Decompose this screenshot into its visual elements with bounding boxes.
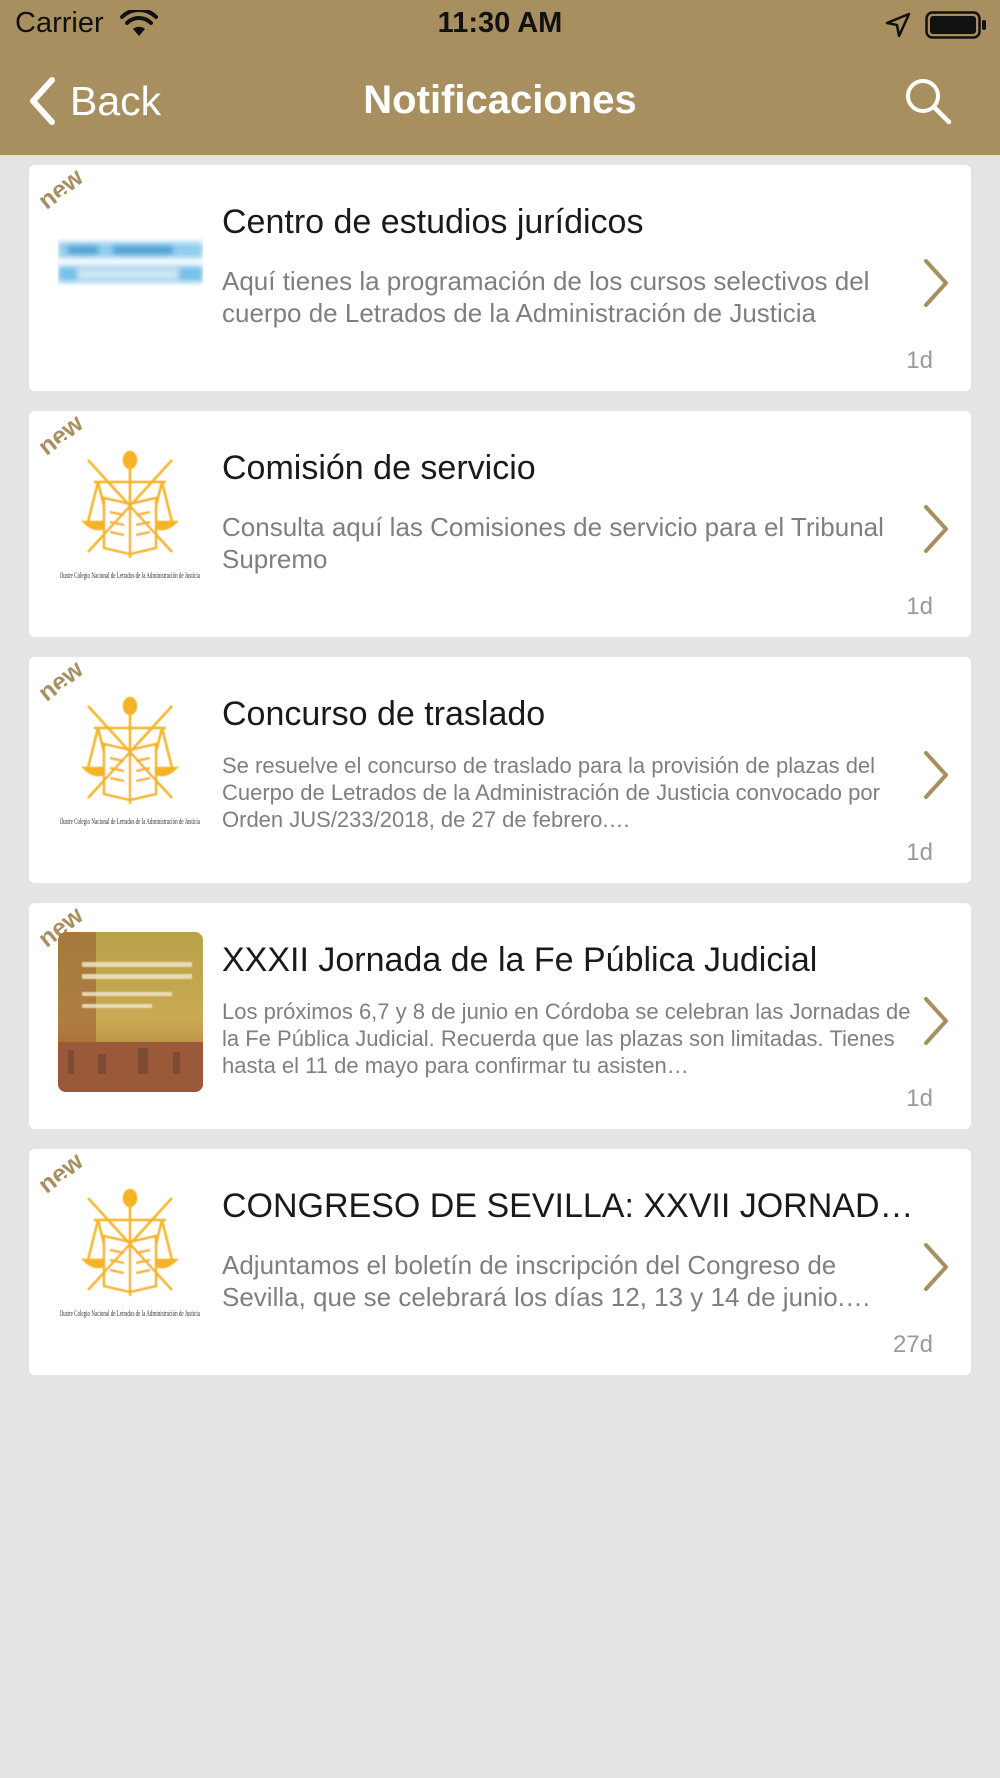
notification-time: 1d — [906, 347, 933, 374]
colegio-logo-thumbnail: Ilustre Colegio Nacional de Letrados de … — [58, 440, 203, 600]
notification-time: 27d — [892, 1331, 933, 1358]
svg-text:Ilustre Colegio Nacional de Le: Ilustre Colegio Nacional de Letrados de … — [60, 817, 200, 826]
notification-card[interactable]: new — [29, 655, 971, 883]
chevron-right-icon — [924, 751, 948, 799]
header: Carrier 11:30 AM Back Notificaciones — [0, 0, 1000, 155]
notification-card[interactable]: new — [29, 1147, 971, 1375]
notification-title: Centro de estudios jurídicos — [222, 203, 644, 241]
notification-description: Consulta aquí las Comisiones de servicio… — [222, 512, 884, 574]
notification-title: XXXII Jornada de la Fe Pública Judicial — [222, 941, 818, 979]
svg-text:Ilustre Colegio Nacional de Le: Ilustre Colegio Nacional de Letrados de … — [60, 571, 200, 580]
notification-description: Aquí tienes la programación de los curso… — [222, 266, 870, 328]
battery-icon — [925, 11, 986, 39]
notification-list: new Centro de estudios jurídicos Aquí ti… — [29, 163, 971, 1395]
notification-title: Comisión de servicio — [222, 449, 536, 487]
status-bar: Carrier 11:30 AM — [0, 0, 1000, 50]
location-arrow-icon — [885, 12, 911, 38]
notification-title: CONGRESO DE SEVILLA: XXVII JORNADAS… — [222, 1187, 922, 1225]
notification-card[interactable]: new — [29, 901, 971, 1129]
colegio-logo-thumbnail: Ilustre Colegio Nacional de Letrados de … — [58, 686, 203, 846]
notification-title: Concurso de traslado — [222, 695, 546, 733]
notification-time: 1d — [906, 1085, 933, 1112]
chevron-right-icon — [924, 259, 948, 307]
status-time: 11:30 AM — [437, 7, 563, 39]
notification-card[interactable]: new — [29, 409, 971, 637]
notification-time: 1d — [906, 593, 933, 620]
colegio-logo-thumbnail: Ilustre Colegio Nacional de Letrados de … — [58, 1178, 203, 1338]
notification-description: Adjuntamos el boletín de inscripción del… — [222, 1250, 871, 1312]
cordoba-photo-icon — [58, 932, 203, 1092]
back-button[interactable]: Back — [28, 75, 161, 127]
chevron-left-icon — [30, 77, 55, 125]
colegio-logo-icon: Ilustre Colegio Nacional de Letrados de … — [58, 1178, 203, 1338]
event-photo-thumbnail — [58, 932, 203, 1092]
colegio-logo-icon: Ilustre Colegio Nacional de Letrados de … — [58, 686, 203, 846]
svg-text:Ilustre Colegio Nacional de Le: Ilustre Colegio Nacional de Letrados de … — [60, 1309, 200, 1318]
back-label: Back — [70, 77, 162, 124]
colegio-logo-icon: Ilustre Colegio Nacional de Letrados de … — [58, 440, 203, 600]
chevron-right-icon — [924, 505, 948, 553]
notification-description: Los próximos 6,7 y 8 de junio en Córdoba… — [222, 999, 911, 1078]
chevron-right-icon — [924, 997, 948, 1045]
notification-thumbnail — [58, 194, 203, 354]
navigation-bar: Back Notificaciones — [0, 50, 1000, 155]
chevron-right-icon — [924, 1243, 948, 1291]
notification-time: 1d — [906, 839, 933, 866]
notification-card[interactable]: new Centro de estudios jurídicos Aquí ti… — [29, 163, 971, 391]
notification-description: Se resuelve el concurso de traslado para… — [222, 753, 880, 832]
search-icon[interactable] — [903, 76, 953, 126]
